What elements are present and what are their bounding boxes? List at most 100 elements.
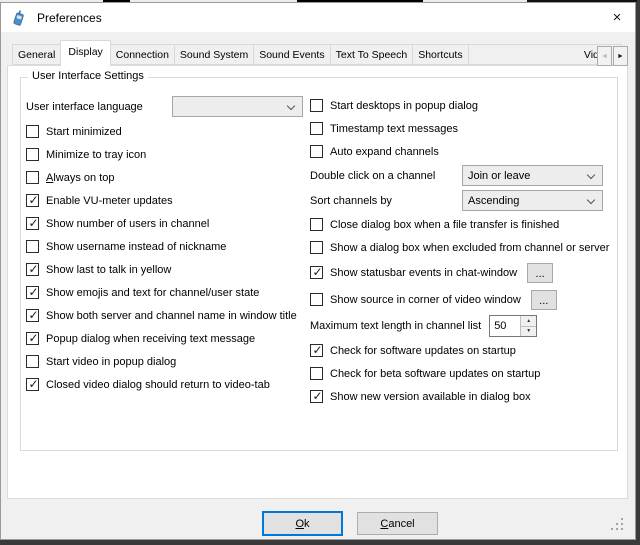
label-rest: Start minimized: [46, 126, 122, 138]
checkbox[interactable]: [26, 125, 39, 138]
checkbox-row[interactable]: Show last to talk in yellow: [26, 258, 308, 281]
checkbox[interactable]: [310, 241, 323, 254]
tab[interactable]: Display: [60, 40, 110, 66]
max-text-length-spinbox[interactable]: 50 ▲ ▼: [489, 315, 537, 337]
label-rest: Show new version available in dialog box: [330, 391, 531, 403]
language-combobox[interactable]: [172, 96, 303, 117]
checkbox-row[interactable]: Enable VU-meter updates: [26, 189, 308, 212]
tab[interactable]: General: [12, 44, 61, 65]
tab[interactable]: Shortcuts: [412, 44, 468, 65]
checkbox[interactable]: [26, 378, 39, 391]
checkbox-label: Always on top: [46, 172, 115, 184]
tab[interactable]: Sound Events: [253, 44, 330, 65]
checkbox[interactable]: [310, 218, 323, 231]
checkbox-row[interactable]: Show emojis and text for channel/user st…: [26, 281, 308, 304]
checkbox-row-with-button[interactable]: Show statusbar events in chat-window ...: [310, 259, 632, 286]
tab-strip: General Display Connection Sound System …: [13, 40, 629, 68]
checkbox[interactable]: [26, 309, 39, 322]
checkbox-label: Enable VU-meter updates: [46, 195, 173, 207]
checkbox[interactable]: [310, 99, 323, 112]
display-tab-panel: User Interface Settings User interface l…: [7, 65, 628, 499]
checkbox-row[interactable]: Timestamp text messages: [310, 117, 632, 140]
checkbox[interactable]: [26, 240, 39, 253]
checkbox[interactable]: [310, 367, 323, 380]
right-checkbox-list-bottom: Check for software updates on startup Ch…: [310, 339, 632, 408]
checkbox[interactable]: [310, 122, 323, 135]
label-rest: Show a dialog box when excluded from cha…: [330, 242, 609, 254]
checkbox[interactable]: [310, 344, 323, 357]
label-rest: Show number of users in channel: [46, 218, 209, 230]
tab[interactable]: Connection: [110, 44, 175, 65]
checkbox-row[interactable]: Start desktops in popup dialog: [310, 94, 632, 117]
arrow-left-icon: ◄: [601, 53, 608, 60]
checkbox-row[interactable]: Close dialog box when a file transfer is…: [310, 213, 632, 236]
tab[interactable]: Text To Speech: [330, 44, 414, 65]
checkbox-row[interactable]: Show both server and channel name in win…: [26, 304, 308, 327]
checkbox-row[interactable]: Popup dialog when receiving text message: [26, 327, 308, 350]
checkbox-label: Show number of users in channel: [46, 218, 209, 230]
checkbox[interactable]: [26, 148, 39, 161]
double-click-combobox[interactable]: Join or leave: [462, 165, 603, 186]
tab-label: Sound System: [180, 49, 248, 61]
spin-up-button[interactable]: ▲: [521, 316, 536, 327]
checkbox-row-with-button[interactable]: Show source in corner of video window ..…: [310, 286, 632, 313]
checkbox-row[interactable]: Auto expand channels: [310, 140, 632, 163]
ok-button[interactable]: Ok: [262, 511, 343, 536]
checkbox[interactable]: [310, 145, 323, 158]
checkbox-label: Show last to talk in yellow: [46, 264, 171, 276]
checkbox[interactable]: [26, 355, 39, 368]
checkbox-row[interactable]: Start video in popup dialog: [26, 350, 308, 373]
chevron-down-icon: [587, 196, 595, 204]
checkbox[interactable]: [310, 293, 323, 306]
tab-label: Shortcuts: [418, 49, 462, 61]
checkbox-row[interactable]: Show username instead of nickname: [26, 235, 308, 258]
checkbox[interactable]: [26, 263, 39, 276]
checkbox-row[interactable]: Check for software updates on startup: [310, 339, 632, 362]
cancel-label-rest: ancel: [388, 518, 414, 530]
checkbox-row[interactable]: Show number of users in channel: [26, 212, 308, 235]
title-bar: Preferences ×: [1, 3, 635, 32]
spinner-buttons: ▲ ▼: [520, 316, 536, 336]
max-text-length-value[interactable]: 50: [490, 316, 520, 336]
checkbox-row[interactable]: Start minimized: [26, 120, 308, 143]
ellipsis-button[interactable]: ...: [527, 263, 553, 283]
checkbox[interactable]: [26, 286, 39, 299]
checkbox-row[interactable]: Show new version available in dialog box: [310, 385, 632, 408]
sort-channels-combobox-value: Ascending: [468, 195, 519, 207]
right-checkbox-button-list: Show statusbar events in chat-window ...…: [310, 259, 632, 313]
double-click-row: Double click on a channel Join or leave: [310, 163, 632, 188]
label-rest: lways on top: [53, 172, 114, 184]
cancel-button-label: Cancel: [380, 518, 414, 530]
checkbox-row[interactable]: Check for beta software updates on start…: [310, 362, 632, 385]
checkbox-row[interactable]: Minimize to tray icon: [26, 143, 308, 166]
tab-scroll-left-button[interactable]: ◄: [597, 46, 612, 66]
tab-scroll-right-button[interactable]: ►: [613, 46, 628, 66]
label-rest: Show last to talk in yellow: [46, 264, 171, 276]
spin-down-button[interactable]: ▼: [521, 327, 536, 337]
right-checkbox-list-top: Start desktops in popup dialog Timestamp…: [310, 94, 632, 163]
resize-grip[interactable]: [610, 517, 626, 533]
tab-label: General: [18, 49, 55, 61]
sort-channels-combobox[interactable]: Ascending: [462, 190, 603, 211]
checkbox-row[interactable]: Always on top: [26, 166, 308, 189]
arrow-right-icon: ►: [617, 53, 624, 60]
tab[interactable]: Sound System: [174, 44, 254, 65]
checkbox-label: Show a dialog box when excluded from cha…: [330, 242, 609, 254]
checkbox-label: Show both server and channel name in win…: [46, 310, 297, 322]
checkbox[interactable]: [26, 332, 39, 345]
ellipsis-button[interactable]: ...: [531, 290, 557, 310]
checkbox[interactable]: [26, 194, 39, 207]
checkbox[interactable]: [310, 266, 323, 279]
arrow-up-icon: ▲: [526, 318, 531, 324]
checkbox[interactable]: [26, 217, 39, 230]
close-button[interactable]: ×: [602, 5, 632, 30]
checkbox[interactable]: [26, 171, 39, 184]
checkbox-row[interactable]: Show a dialog box when excluded from cha…: [310, 236, 632, 259]
label-rest: Start desktops in popup dialog: [330, 100, 478, 112]
checkbox[interactable]: [310, 390, 323, 403]
label-rest: Show source in corner of video window: [330, 294, 521, 306]
checkbox-row[interactable]: Closed video dialog should return to vid…: [26, 373, 308, 396]
cancel-button[interactable]: Cancel: [357, 512, 438, 535]
label-rest: Start video in popup dialog: [46, 356, 176, 368]
label-rest: Show username instead of nickname: [46, 241, 226, 253]
